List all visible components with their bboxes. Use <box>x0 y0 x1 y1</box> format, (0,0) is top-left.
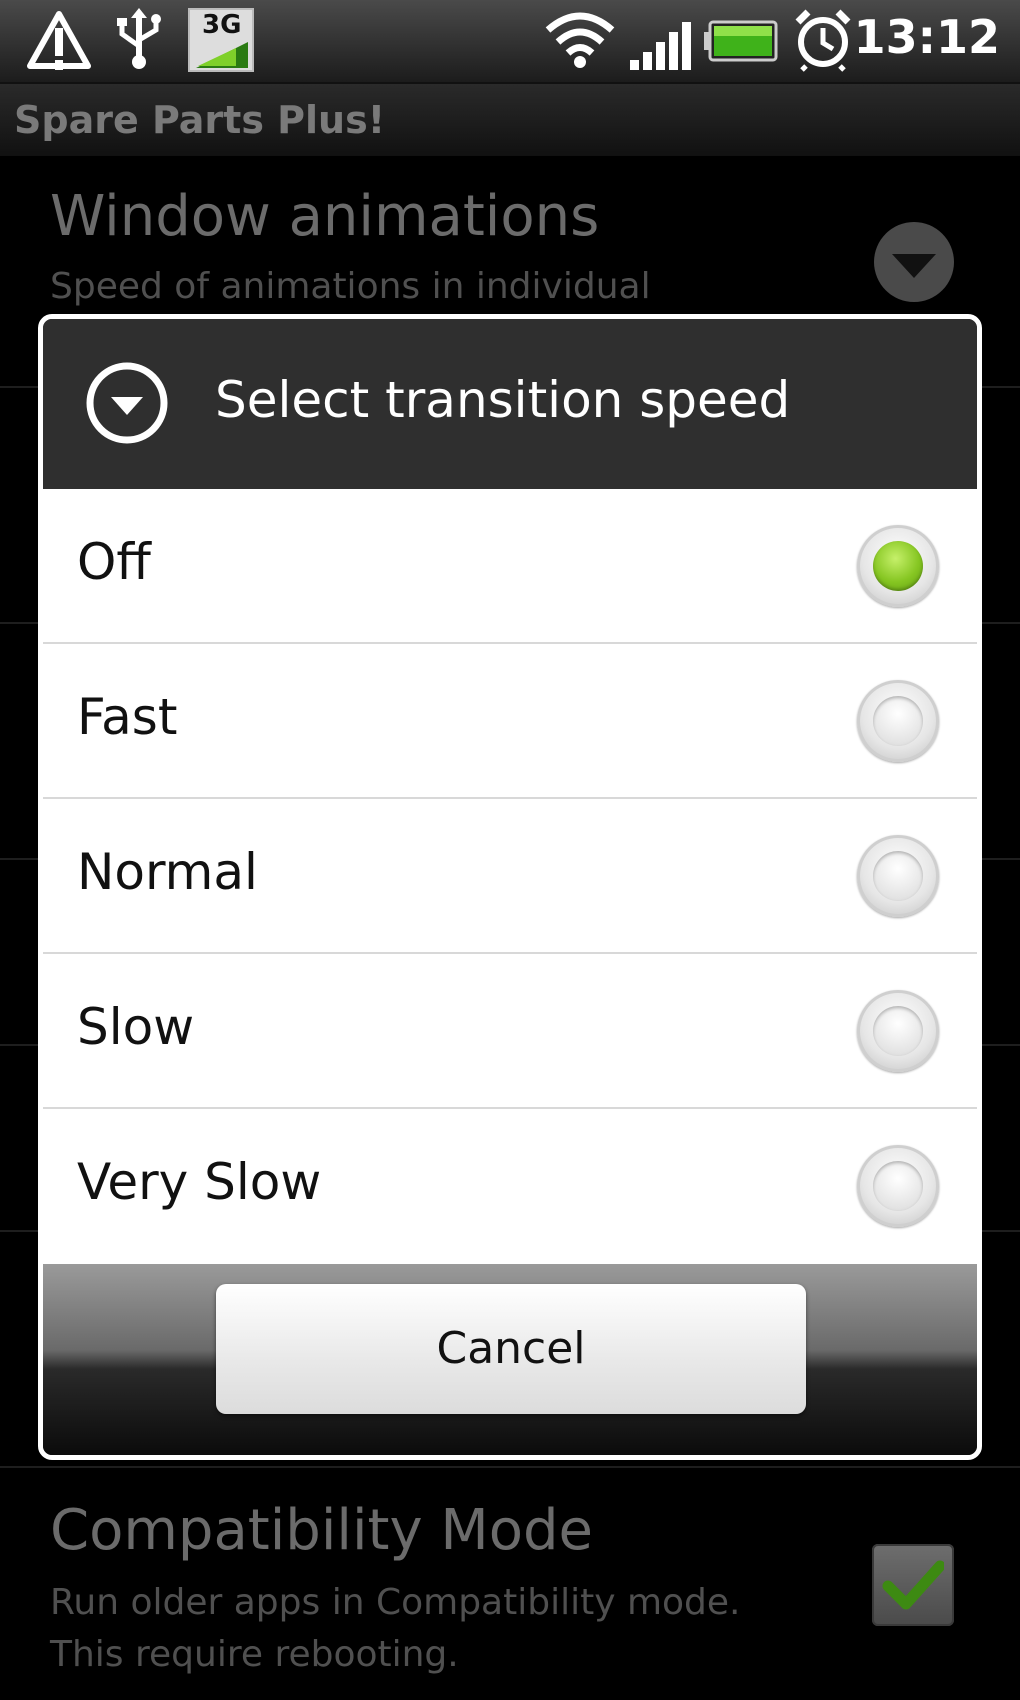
pref-summary: Speed of animations in individual <box>50 266 651 307</box>
network-type-label: 3G <box>202 10 242 40</box>
clock: 13:12 <box>853 10 1000 64</box>
radio-button[interactable] <box>857 990 939 1072</box>
option-off[interactable]: Off <box>43 489 977 644</box>
network-3g-icon: 3G <box>188 8 254 72</box>
pref-title: Window animations <box>50 184 600 249</box>
radio-button[interactable] <box>857 680 939 762</box>
cancel-button[interactable]: Cancel <box>216 1284 806 1414</box>
option-label: Off <box>77 533 151 591</box>
dialog-title: Select transition speed <box>215 371 791 429</box>
option-label: Fast <box>77 688 178 746</box>
transition-speed-dialog: Select transition speed Off Fast Normal … <box>38 314 982 1460</box>
compatibility-checkbox[interactable] <box>872 1544 954 1626</box>
option-label: Slow <box>77 998 195 1056</box>
wifi-icon <box>545 12 615 68</box>
dialog-footer: Cancel <box>43 1264 977 1455</box>
usb-icon <box>117 8 161 69</box>
radio-button-selected[interactable] <box>857 525 939 607</box>
dialog-header: Select transition speed <box>43 319 977 489</box>
pref-title: Compatibility Mode <box>50 1498 593 1563</box>
dropdown-arrow-icon <box>874 222 954 302</box>
option-normal[interactable]: Normal <box>43 799 977 954</box>
radio-button[interactable] <box>857 835 939 917</box>
dropdown-circle-icon <box>86 362 168 444</box>
option-fast[interactable]: Fast <box>43 644 977 799</box>
option-label: Very Slow <box>77 1153 322 1211</box>
speed-options-list: Off Fast Normal Slow Very Slow <box>43 489 977 1264</box>
signal-icon <box>630 22 691 70</box>
alert-icon <box>27 11 91 70</box>
pref-compatibility-mode[interactable]: Compatibility Mode Run older apps in Com… <box>0 1468 1020 1700</box>
alarm-icon <box>795 9 851 72</box>
status-bar: 3G 13:12 <box>0 0 1020 84</box>
pref-summary-line-1: Run older apps in Compatibility mode. <box>50 1582 741 1623</box>
checkmark-icon <box>882 1560 944 1610</box>
pref-summary-line-2: This require rebooting. <box>50 1634 459 1675</box>
option-label: Normal <box>77 843 258 901</box>
radio-button[interactable] <box>857 1145 939 1227</box>
option-very-slow[interactable]: Very Slow <box>43 1109 977 1264</box>
option-slow[interactable]: Slow <box>43 954 977 1109</box>
battery-icon <box>704 20 778 62</box>
app-title: Spare Parts Plus! <box>0 84 1020 156</box>
